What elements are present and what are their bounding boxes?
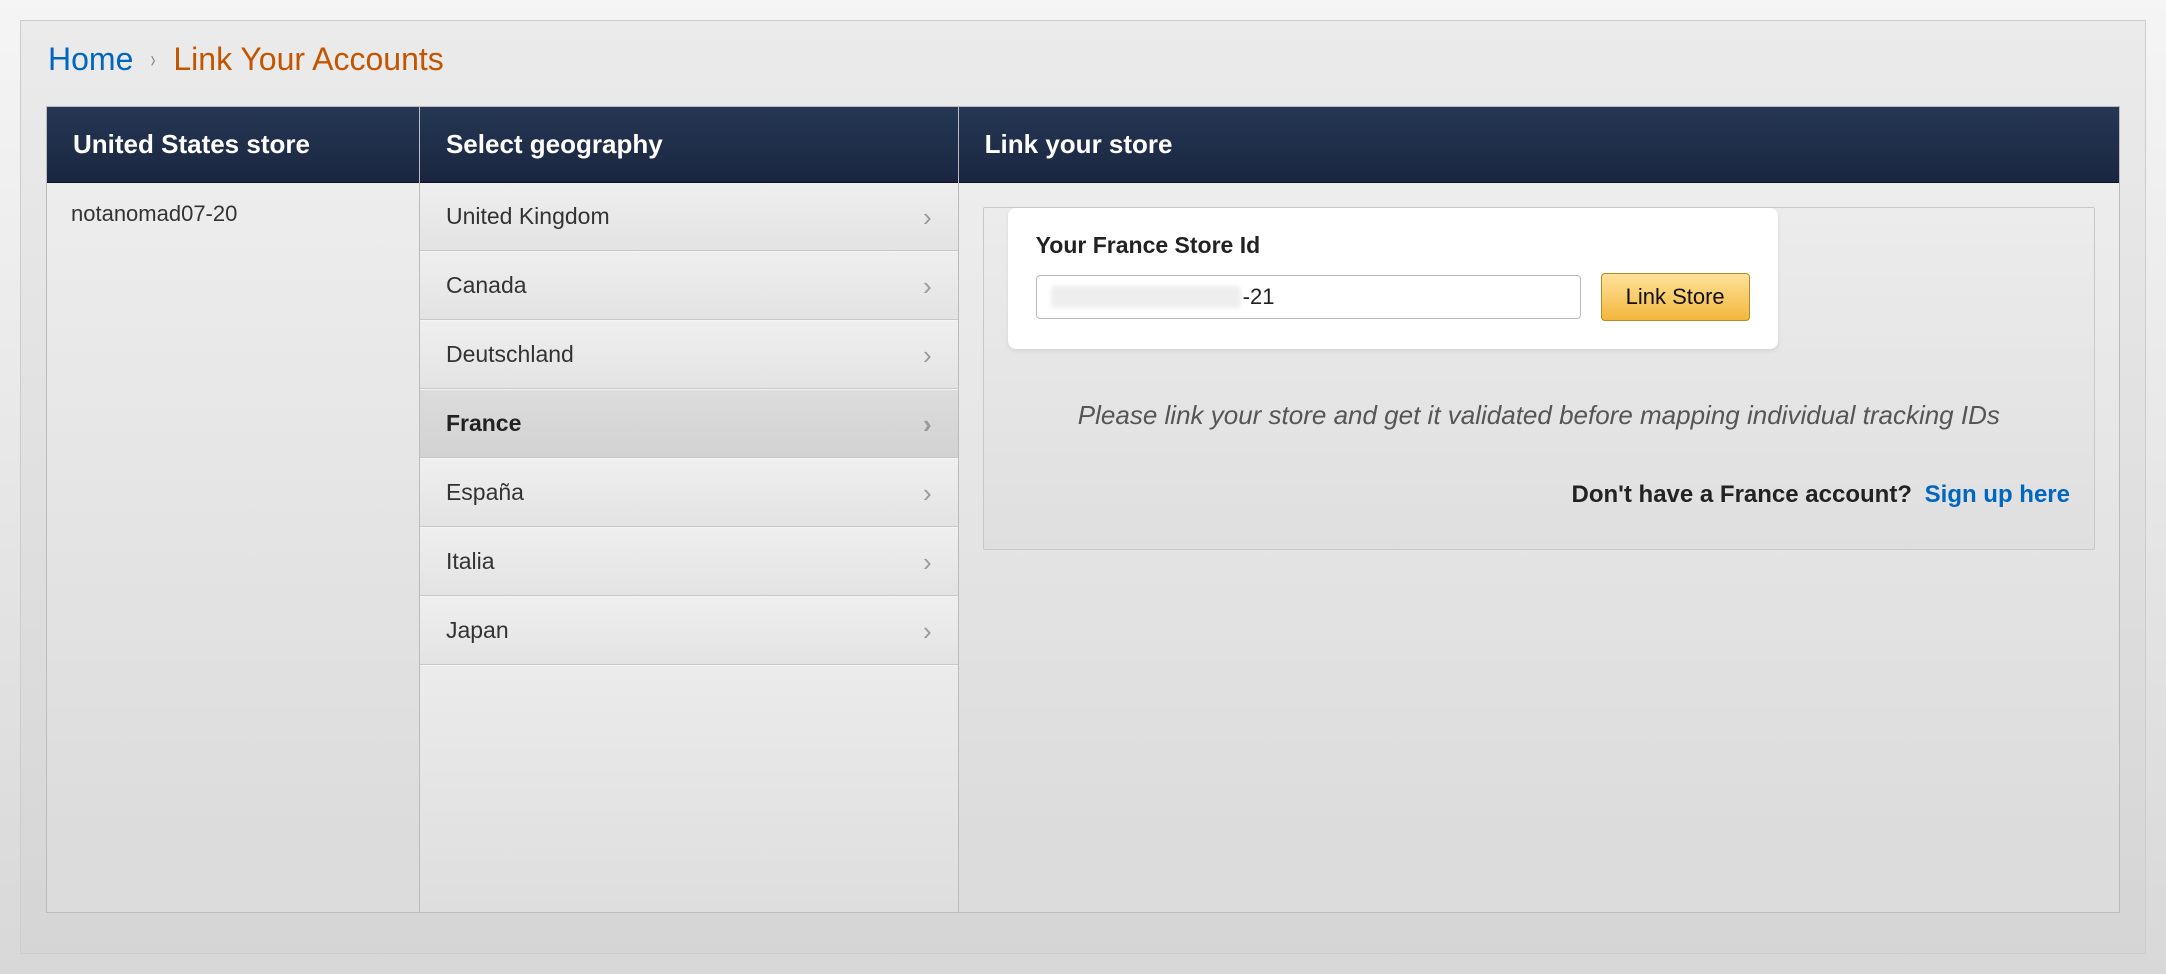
chevron-right-icon: › [149, 46, 157, 74]
chevron-right-icon: › [923, 411, 932, 437]
store-id-card: Your France Store Id -21 Link Store [1008, 208, 1778, 349]
store-id-label: Your France Store Id [1036, 232, 1750, 259]
chevron-right-icon: › [923, 204, 932, 230]
link-hint-text: Please link your store and get it valida… [1008, 397, 2070, 433]
geography-label: Italia [446, 548, 495, 575]
column-us-store: United States store notanomad07-20 [47, 107, 420, 912]
link-inner-box: Your France Store Id -21 Link Store [983, 207, 2095, 550]
geography-label: United Kingdom [446, 203, 610, 230]
chevron-right-icon: › [923, 549, 932, 575]
store-id-masked [1051, 286, 1241, 308]
chevron-right-icon: › [923, 618, 932, 644]
col-header-us-store: United States store [47, 107, 419, 183]
signup-row: Don't have a France account? Sign up her… [1008, 481, 2070, 509]
geography-item-italia[interactable]: Italia › [420, 527, 958, 596]
geography-item-france[interactable]: France › [420, 389, 958, 458]
breadcrumb-current: Link Your Accounts [173, 41, 443, 78]
col-body-link-store: Your France Store Id -21 Link Store [959, 183, 2119, 912]
geography-label: Canada [446, 272, 527, 299]
geography-item-espana[interactable]: España › [420, 458, 958, 527]
geography-label: France [446, 410, 521, 437]
geography-filler [420, 665, 958, 912]
breadcrumb-home-link[interactable]: Home [48, 41, 133, 78]
chevron-right-icon: › [923, 273, 932, 299]
store-id-row: -21 Link Store [1036, 273, 1750, 321]
geography-item-japan[interactable]: Japan › [420, 596, 958, 665]
store-id-suffix: -21 [1243, 284, 1275, 310]
geography-item-uk[interactable]: United Kingdom › [420, 183, 958, 251]
col-header-link-store: Link your store [959, 107, 2119, 183]
breadcrumb: Home › Link Your Accounts [48, 41, 2120, 78]
column-geography: Select geography United Kingdom › Canada… [420, 107, 959, 912]
us-store-id: notanomad07-20 [47, 183, 419, 245]
col-body-us-store: notanomad07-20 [47, 183, 419, 912]
link-store-button[interactable]: Link Store [1601, 273, 1750, 321]
chevron-right-icon: › [923, 342, 932, 368]
no-account-text: Don't have a France account? [1572, 481, 1912, 508]
col-header-geography: Select geography [420, 107, 958, 183]
geography-label: Japan [446, 617, 509, 644]
chevron-right-icon: › [923, 480, 932, 506]
geography-list: United Kingdom › Canada › Deutschland › … [420, 183, 958, 912]
geography-label: Deutschland [446, 341, 574, 368]
store-id-input[interactable]: -21 [1036, 275, 1581, 319]
page-container: Home › Link Your Accounts United States … [20, 20, 2146, 954]
geography-item-canada[interactable]: Canada › [420, 251, 958, 320]
geography-item-deutschland[interactable]: Deutschland › [420, 320, 958, 389]
main-panel: United States store notanomad07-20 Selec… [46, 106, 2120, 913]
link-body: Your France Store Id -21 Link Store [959, 183, 2119, 574]
column-link-store: Link your store Your France Store Id -21 [959, 107, 2119, 912]
signup-link[interactable]: Sign up here [1925, 481, 2070, 508]
geography-label: España [446, 479, 524, 506]
